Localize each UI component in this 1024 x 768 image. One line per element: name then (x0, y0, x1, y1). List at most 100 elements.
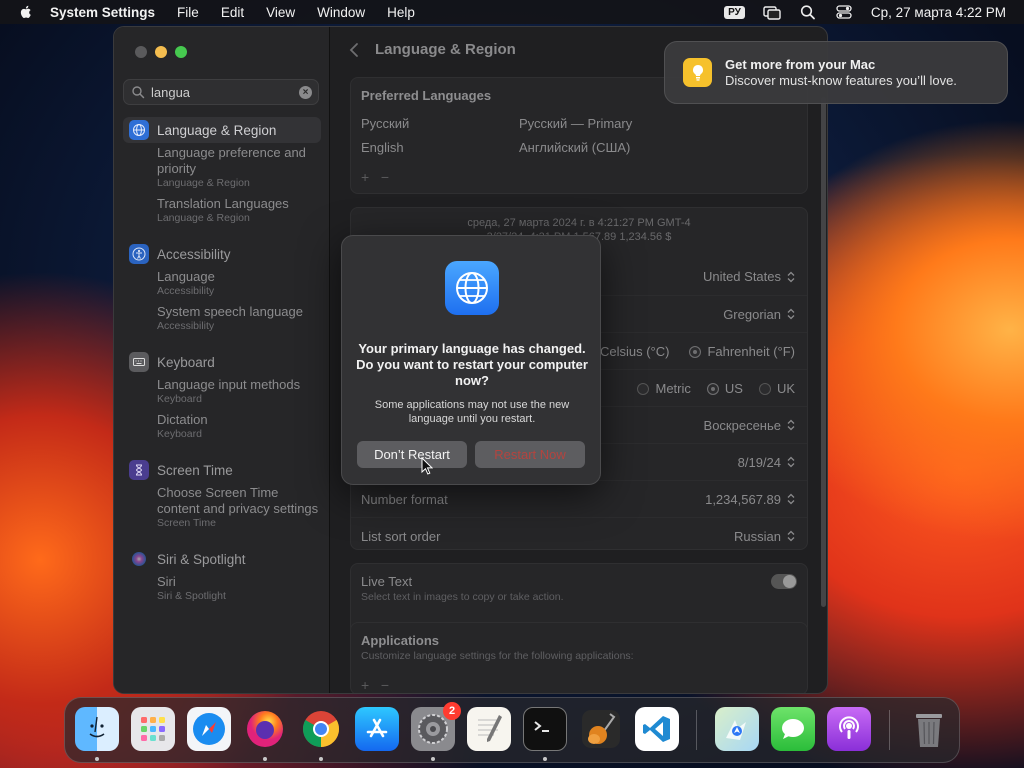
menu-help[interactable]: Help (387, 5, 415, 20)
applications-description: Customize language settings for the foll… (361, 650, 634, 662)
list-controls: + − (351, 165, 807, 189)
number-format-value: 1,234,567.89 (705, 491, 781, 507)
clear-search-icon[interactable]: × (299, 86, 312, 99)
search-result-title: Language input methods (157, 377, 301, 392)
add-app-button[interactable]: + (361, 677, 369, 693)
system-settings-icon[interactable]: 2 (411, 702, 461, 751)
app-store-icon[interactable] (355, 707, 399, 751)
remove-app-button[interactable]: − (381, 677, 389, 693)
chrome-icon[interactable] (299, 707, 343, 751)
vscode-icon[interactable] (635, 707, 679, 751)
remove-language-button[interactable]: − (381, 169, 389, 185)
sidebar-item-keyboard[interactable]: Keyboard (123, 349, 321, 375)
sidebar-item-accessibility[interactable]: Accessibility (123, 241, 321, 267)
safari-icon[interactable] (187, 707, 231, 751)
terminal-icon[interactable] (523, 707, 567, 751)
search-result-title: Dictation (157, 412, 208, 427)
messages-icon[interactable] (771, 707, 815, 751)
search-result-category: Accessibility (157, 285, 215, 297)
dock-separator (889, 710, 890, 750)
apple-menu-icon[interactable] (18, 4, 34, 20)
celsius-radio[interactable]: Celsius (°C) (600, 344, 669, 359)
us-radio[interactable]: US (706, 380, 743, 396)
close-button[interactable] (135, 46, 147, 58)
sidebar-item-language-region[interactable]: Language & Region (123, 117, 321, 143)
launchpad-icon[interactable] (131, 707, 175, 751)
textedit-icon[interactable] (467, 707, 511, 751)
search-input[interactable] (151, 83, 291, 101)
search-result[interactable]: System speech language Accessibility (123, 304, 321, 333)
stepper-icon (787, 271, 795, 282)
search-result[interactable]: Language preference and priority Languag… (123, 145, 321, 190)
stepper-icon (787, 419, 795, 431)
garageband-icon[interactable] (579, 707, 623, 751)
language-list: Русский Русский — Primary English Англий… (361, 111, 797, 159)
sidebar-category-label: Keyboard (157, 354, 215, 370)
sidebar-item-siri-spotlight[interactable]: Siri & Spotlight (123, 546, 321, 572)
menu-view[interactable]: View (266, 5, 295, 20)
language-row[interactable]: English Английский (США) (361, 135, 797, 159)
add-language-button[interactable]: + (361, 169, 369, 185)
dock: 2 (64, 697, 960, 763)
back-chevron-icon[interactable] (349, 42, 359, 58)
search-result-title: System speech language (157, 304, 303, 319)
uk-label: UK (776, 380, 795, 396)
menu-edit[interactable]: Edit (221, 5, 244, 20)
zoom-button[interactable] (175, 46, 187, 58)
control-center-icon[interactable] (835, 4, 853, 20)
metric-radio[interactable]: Metric (637, 381, 691, 396)
podcasts-icon[interactable] (827, 707, 871, 751)
menu-clock[interactable]: Ср, 27 марта 4:22 PM (871, 5, 1006, 20)
content-header: Language & Region (349, 41, 516, 58)
celsius-label: Celsius (°C) (599, 343, 670, 359)
search-result-category: Language & Region (157, 212, 250, 224)
keyboard-icon (129, 352, 149, 372)
search-result[interactable]: Language Accessibility (123, 269, 321, 298)
sidebar: × Language & Region Language preference … (114, 27, 330, 693)
trash-icon[interactable] (907, 707, 951, 751)
dialog-message: Some applications may not use the new la… (374, 399, 570, 425)
search-result-category: Keyboard (157, 428, 202, 440)
dialog-title: Your primary language has changed. Do yo… (356, 341, 588, 388)
notification-body: Discover must-know features you’ll love. (725, 73, 957, 88)
firefox-icon[interactable] (243, 707, 287, 751)
screen-mirroring-icon[interactable] (763, 4, 781, 20)
hourglass-icon (129, 460, 149, 480)
search-result[interactable]: Choose Screen Time content and privacy s… (123, 485, 321, 530)
notification-badge: 2 (443, 702, 461, 720)
applications-heading: Applications (361, 633, 440, 648)
scrollbar[interactable] (821, 97, 826, 607)
sidebar-search[interactable]: × (123, 79, 319, 105)
fahrenheit-radio[interactable]: Fahrenheit (°F) (689, 344, 795, 359)
search-result-category: Language & Region (157, 177, 250, 189)
menu-app-name[interactable]: System Settings (50, 5, 155, 20)
maps-icon[interactable] (715, 707, 759, 751)
list-sort-label: List sort order (361, 528, 441, 544)
radio-selected-icon (689, 346, 702, 359)
sidebar-category-label: Screen Time (157, 462, 233, 478)
search-result-category: Screen Time (157, 517, 216, 529)
sidebar-item-screen-time[interactable]: Screen Time (123, 457, 321, 483)
spotlight-search-icon[interactable] (799, 4, 817, 20)
search-result[interactable]: Siri Siri & Spotlight (123, 574, 321, 603)
menu-file[interactable]: File (177, 5, 199, 20)
input-source-badge[interactable]: РУ (724, 5, 745, 19)
language-name: English (361, 139, 404, 155)
search-result[interactable]: Dictation Keyboard (123, 412, 321, 441)
list-sort-row[interactable]: List sort order Russian (351, 517, 807, 554)
dont-restart-button[interactable]: Don’t Restart (357, 441, 467, 468)
finder-icon[interactable] (75, 707, 119, 751)
restart-now-button[interactable]: Restart Now (475, 441, 585, 468)
number-format-row[interactable]: Number format 1,234,567.89 (351, 480, 807, 517)
uk-radio[interactable]: UK (758, 380, 795, 396)
notification-banner[interactable]: Get more from your Mac Discover must-kno… (664, 41, 1008, 104)
us-label: US (724, 380, 743, 396)
menu-window[interactable]: Window (317, 5, 365, 20)
language-row[interactable]: Русский Русский — Primary (361, 111, 797, 135)
search-result[interactable]: Language input methods Keyboard (123, 377, 321, 406)
page-title: Language & Region (375, 41, 516, 58)
minimize-button[interactable] (155, 46, 167, 58)
search-result[interactable]: Translation Languages Language & Region (123, 196, 321, 225)
live-text-label: Live Text (361, 574, 413, 589)
live-text-toggle[interactable] (771, 574, 797, 589)
